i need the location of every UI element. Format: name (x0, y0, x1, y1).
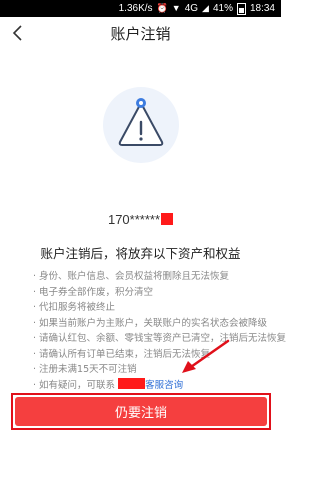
highlight-box: 仍要注销 (11, 393, 271, 430)
redaction-mark (161, 213, 174, 225)
wifi-icon: ▼ (171, 3, 181, 13)
back-button[interactable] (6, 20, 28, 46)
page-title: 账户注销 (110, 25, 171, 43)
customer-service-link[interactable]: 客服咨询 (145, 380, 183, 391)
notice-item: · 代扣服务将被终止 (33, 302, 116, 313)
notice-item: · 身份、账户信息、会员权益将删除且无法恢复 (33, 271, 230, 282)
clock: 18:34 (249, 3, 275, 14)
back-chevron-icon (12, 25, 22, 41)
contact-prefix: · 如有疑问，可联系 (33, 379, 116, 391)
battery-percent: 41% (212, 3, 233, 14)
network-speed: 1.36K/s (118, 3, 153, 14)
warning-illustration-icon (103, 87, 179, 163)
phone-number: 170****** (107, 212, 161, 227)
redaction-mark (118, 377, 146, 389)
notice-item: · 电子券全部作废，积分清空 (33, 286, 154, 298)
content-area: 170****** 账户注销后，将放弃以下资产和权益 · 身份、账户信息、会员权… (0, 50, 286, 500)
notice-heading: 账户注销后，将放弃以下资产和权益 (40, 246, 241, 261)
status-bar: 1.36K/s ⏰ ▼ 4G ◢ 41% 18:34 (0, 0, 281, 17)
battery-icon (236, 2, 246, 15)
nav-bar: 账户注销 (0, 17, 281, 50)
signal-icon: ◢ (202, 3, 209, 13)
contact-item: · 如有疑问，可联系 客服咨询 (33, 377, 263, 394)
alarm-icon: ⏰ (156, 3, 168, 13)
account-phone: 170****** (0, 212, 281, 227)
network-type: 4G (184, 3, 199, 14)
annotation-arrow-icon (182, 339, 230, 373)
notice-item: · 如果当前账户为主账户，关联账户的实名状态会被降级 (33, 317, 268, 329)
confirm-cancel-account-button[interactable]: 仍要注销 (15, 397, 267, 426)
